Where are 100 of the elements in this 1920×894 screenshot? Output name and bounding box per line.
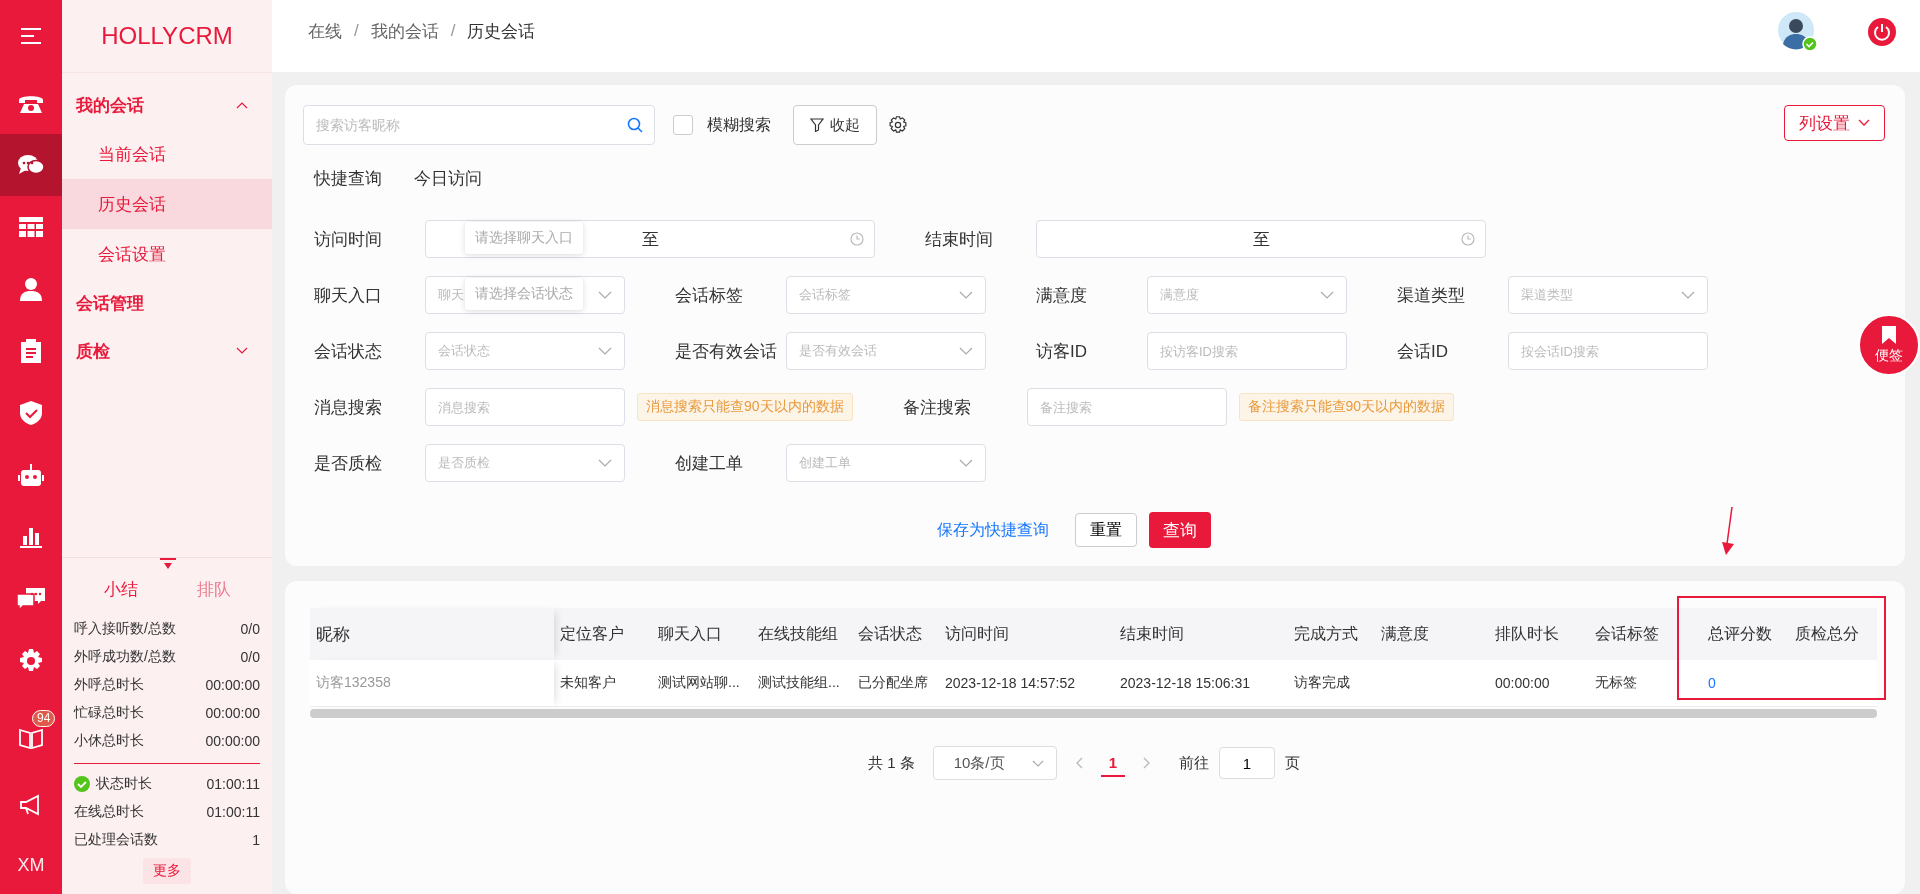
stat-label: 忙碌总时长 <box>74 704 144 722</box>
tooltip: 请选择会话状态 <box>465 278 583 310</box>
stat-value: 00:00:00 <box>205 733 260 749</box>
chevron-down-icon <box>959 459 973 467</box>
field-label: 会话ID <box>1397 340 1449 363</box>
gear-icon <box>19 649 43 673</box>
table-cell-text: 无标签 <box>1594 674 1638 692</box>
field-label: 结束时间 <box>925 228 994 251</box>
rail-nav-item[interactable] <box>0 134 62 196</box>
breadcrumb-link[interactable]: 在线 <box>308 19 342 43</box>
breadcrumb-link[interactable]: 我的会话 <box>370 19 439 43</box>
column-settings-button[interactable]: 列设置 <box>1784 105 1885 141</box>
input-field[interactable]: 按会话ID搜索 <box>1508 332 1708 370</box>
robot-icon <box>18 464 44 486</box>
bookmark-icon <box>1882 325 1896 344</box>
save-quick-query-link[interactable]: 保存为快捷查询 <box>937 519 1049 541</box>
field-label: 会话标签 <box>675 284 744 307</box>
breadcrumb-separator: / <box>354 21 359 41</box>
settings-icon[interactable] <box>889 116 907 134</box>
rail-nav-item[interactable]: 94 <box>0 702 62 774</box>
field-label: 访问时间 <box>314 228 383 251</box>
stats-tab[interactable]: 小结 <box>74 572 167 607</box>
nav-group-heading[interactable]: 我的会话 <box>62 81 272 129</box>
checkbox[interactable] <box>673 115 693 135</box>
stat-label: 在线总时长 <box>74 803 144 821</box>
search-icon[interactable] <box>627 117 643 133</box>
nav-item[interactable]: 历史会话 <box>62 179 272 229</box>
stat-label: 呼入接听数/总数 <box>74 620 176 638</box>
input-field[interactable]: 备注搜索 <box>1026 388 1227 426</box>
goto-label: 前往 <box>1179 753 1209 773</box>
power-icon[interactable] <box>1868 18 1896 46</box>
column-header: 质检总分 <box>1794 623 1860 644</box>
messages-icon <box>17 588 45 610</box>
caret-icon <box>160 558 176 570</box>
stat-value: 00:00:00 <box>205 677 260 693</box>
person-icon <box>20 277 42 301</box>
nav-group-heading[interactable]: 会话管理 <box>62 279 272 327</box>
field-label: 会话状态 <box>314 340 383 363</box>
stat-value: 01:00:11 <box>206 804 260 820</box>
field-label: 是否有效会话 <box>675 340 778 363</box>
column-header: 排队时长 <box>1494 623 1560 644</box>
column-header: 访问时间 <box>944 623 1010 644</box>
table-cell-text: 测试技能组... <box>757 674 841 692</box>
column-header: 昵称 <box>310 608 554 660</box>
chevron-down-icon <box>598 459 612 467</box>
input-field[interactable]: 消息搜索 <box>425 388 625 426</box>
stat-value: 00:00:00 <box>205 705 260 721</box>
chat-icon <box>17 153 45 177</box>
nav-group-heading[interactable]: 质检 <box>62 327 272 375</box>
more-button[interactable]: 更多 <box>143 858 191 884</box>
field-label: 满意度 <box>1036 284 1088 307</box>
tooltip: 请选择聊天入口 <box>465 222 583 254</box>
nav-item[interactable]: 会话设置 <box>62 229 272 279</box>
input-field[interactable]: 按访客ID搜索 <box>1147 332 1347 370</box>
stat-label: 状态时长 <box>96 775 152 793</box>
stat-label: 外呼总时长 <box>74 676 144 694</box>
column-header: 定位客户 <box>559 623 625 644</box>
query-button[interactable]: 查询 <box>1149 512 1211 548</box>
quick-query-link[interactable]: 今日访问 <box>414 167 482 190</box>
stat-value: 1 <box>252 832 260 848</box>
stat-value: 0/0 <box>240 649 260 665</box>
nav-item[interactable]: 当前会话 <box>62 129 272 179</box>
page-number[interactable]: 1 <box>1100 749 1125 777</box>
bar-chart-icon <box>20 526 42 548</box>
date-range-field[interactable]: 至 <box>1036 220 1486 258</box>
column-header: 总评分数 <box>1707 623 1773 644</box>
table-cell-text: 未知客户 <box>559 674 617 692</box>
page-size-select[interactable]: 10条/页 <box>932 746 1057 780</box>
table-cell-text: 访客完成 <box>1293 674 1351 692</box>
hint-note: 备注搜索只能查90天以内的数据 <box>1238 393 1455 421</box>
horizontal-scrollbar[interactable] <box>310 709 1877 718</box>
column-header: 聊天入口 <box>657 623 723 644</box>
page-input[interactable]: 1 <box>1219 747 1275 779</box>
stat-value: 01:00:11 <box>206 776 260 792</box>
clock-icon <box>1461 232 1475 246</box>
menu-icon <box>20 27 42 45</box>
column-header: 结束时间 <box>1119 623 1185 644</box>
search-field[interactable]: 搜索访客昵称 <box>303 105 655 145</box>
table-cell[interactable]: 0 <box>1702 675 1789 691</box>
field-label: 是否质检 <box>314 452 383 475</box>
table-cell-text: 测试网站聊... <box>657 674 741 692</box>
breadcrumb-link[interactable]: 历史会话 <box>467 19 536 43</box>
table-cell-text: 00:00:00 <box>1494 675 1551 691</box>
avatar-icon[interactable] <box>1778 12 1818 52</box>
stat-label: 小休总时长 <box>74 732 144 750</box>
column-header: 会话标签 <box>1594 623 1660 644</box>
user-initials[interactable]: XM <box>0 836 62 894</box>
notification-badge: 94 <box>32 710 56 727</box>
chevron-down-icon <box>959 291 973 299</box>
chevron-down-icon <box>959 347 973 355</box>
clock-icon <box>850 232 864 246</box>
breadcrumb-separator: / <box>450 21 456 41</box>
book-icon <box>19 727 43 749</box>
field-label: 渠道类型 <box>1397 284 1466 307</box>
reset-button[interactable]: 重置 <box>1075 513 1137 547</box>
collapse-button[interactable]: 收起 <box>793 105 877 145</box>
stat-label: 外呼成功数/总数 <box>74 648 176 666</box>
table-cell-text: 2023-12-18 14:57:52 <box>944 675 1076 691</box>
stats-tab[interactable]: 排队 <box>167 572 260 607</box>
grid-icon <box>19 217 43 237</box>
